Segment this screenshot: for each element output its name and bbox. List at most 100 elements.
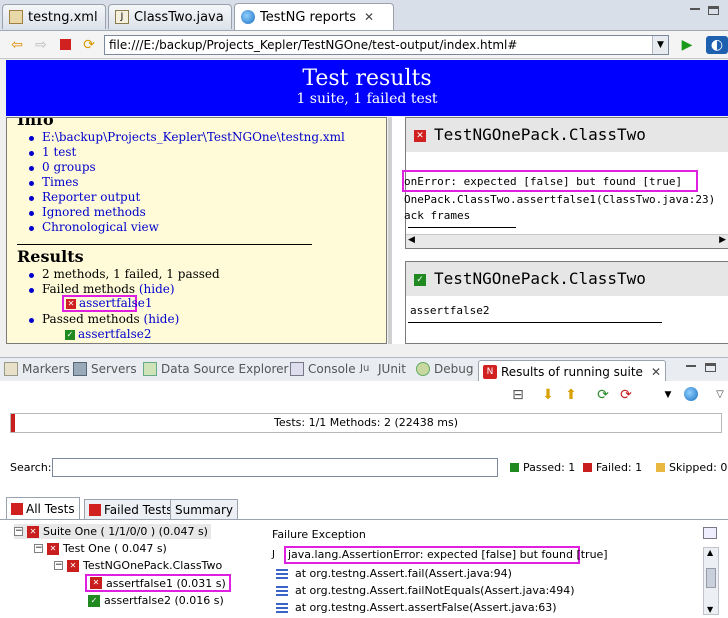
bullet bbox=[29, 181, 34, 186]
tab-classtwo-java[interactable]: J ClassTwo.java bbox=[108, 4, 232, 29]
subtab-label: Failed Tests bbox=[104, 502, 173, 517]
junit-icon: Ju bbox=[360, 363, 370, 374]
view-tab-label: Servers bbox=[91, 362, 137, 376]
failed-methods-label: Failed methods (hide) bbox=[42, 282, 175, 296]
close-view-icon[interactable]: ✕ bbox=[651, 365, 661, 379]
tree-label: assertfalse1 (0.031 s) bbox=[106, 576, 226, 590]
bullet bbox=[29, 151, 34, 156]
minimize-icon[interactable] bbox=[690, 8, 700, 12]
rerun-icon[interactable]: ⟳ bbox=[595, 387, 611, 403]
passed-hide-link[interactable]: (hide) bbox=[144, 312, 180, 326]
tab-label: ClassTwo.java bbox=[134, 9, 224, 25]
compare-results-icon[interactable] bbox=[703, 527, 717, 539]
bullet bbox=[29, 318, 34, 323]
collapse-icon[interactable]: − bbox=[34, 544, 43, 553]
maximize-icon[interactable] bbox=[708, 6, 719, 15]
stop-icon[interactable] bbox=[56, 36, 74, 54]
scroll-up-icon[interactable]: ▲ bbox=[707, 548, 713, 557]
trace-line-exception[interactable]: Jjava.lang.AssertionError: expected [fal… bbox=[272, 548, 608, 561]
tree-suite-row[interactable]: − ✕ Suite One ( 1/1/0/0 ) (0.047 s) bbox=[14, 524, 211, 539]
fail-icon: ✕ bbox=[47, 542, 59, 555]
go-icon[interactable]: ▶ bbox=[678, 36, 696, 54]
previous-failure-icon[interactable]: ⬆ bbox=[563, 387, 579, 403]
tree-method-row-passed[interactable]: ✓ assertfalse2 (0.016 s) bbox=[88, 593, 224, 608]
stack-frames-toggle[interactable]: ack frames bbox=[404, 209, 470, 222]
view-tab-label: Data Source Explorer bbox=[161, 362, 289, 376]
tree-test-row[interactable]: − ✕ Test One ( 0.047 s) bbox=[34, 541, 167, 556]
search-input[interactable] bbox=[52, 458, 498, 477]
tab-junit[interactable]: Ju JUnit bbox=[360, 362, 406, 376]
pass-icon bbox=[510, 463, 519, 472]
subtab-label: Summary bbox=[175, 502, 233, 517]
scroll-left-icon[interactable]: ◀ bbox=[408, 235, 415, 245]
tab-failed-tests[interactable]: Failed Tests bbox=[84, 499, 178, 520]
scroll-thumb[interactable] bbox=[706, 568, 716, 588]
tab-markers[interactable]: Markers bbox=[4, 362, 70, 376]
passed-class-card: ✓ TestNGOnePack.ClassTwo bbox=[405, 261, 728, 344]
tab-debug[interactable]: Debug bbox=[416, 362, 473, 376]
bullet bbox=[29, 288, 34, 293]
frame-splitter[interactable] bbox=[388, 117, 392, 344]
tests-link[interactable]: 1 test bbox=[42, 145, 76, 159]
report-subtitle: 1 suite, 1 failed test bbox=[296, 91, 438, 107]
bullet bbox=[29, 273, 34, 278]
tab-servers[interactable]: Servers bbox=[73, 362, 137, 376]
url-dropdown-icon[interactable]: ▼ bbox=[652, 36, 668, 54]
trace-line[interactable]: at org.testng.Assert.assertFalse(Assert.… bbox=[276, 601, 557, 614]
vertical-scrollbar[interactable]: ▲ ▼ bbox=[703, 547, 719, 615]
scroll-down-icon[interactable]: ▼ bbox=[707, 605, 713, 614]
tree-label: TestNGOnePack.ClassTwo bbox=[83, 559, 223, 572]
maximize-icon[interactable] bbox=[705, 363, 716, 372]
view-menu-icon[interactable]: ▽ bbox=[712, 387, 728, 403]
trace-text: java.lang.AssertionError: expected [fals… bbox=[288, 548, 608, 561]
forward-icon[interactable]: ⇨ bbox=[32, 36, 50, 54]
tree-method-row-failed[interactable]: ✕ assertfalse1 (0.031 s) bbox=[85, 574, 231, 592]
chronological-view-link[interactable]: Chronological view bbox=[42, 220, 159, 234]
tab-summary[interactable]: Summary bbox=[170, 499, 238, 520]
java-icon: J bbox=[272, 549, 275, 560]
url-input[interactable]: file:///E:/backup/Projects_Kepler/TestNG… bbox=[104, 35, 669, 55]
back-icon[interactable]: ⇦ bbox=[8, 36, 26, 54]
tab-testng-xml[interactable]: testng.xml bbox=[2, 4, 106, 29]
groups-link[interactable]: 0 groups bbox=[42, 160, 96, 174]
failed-class-header: ✕ TestNGOnePack.ClassTwo bbox=[406, 118, 728, 152]
collapse-icon[interactable]: − bbox=[14, 527, 23, 536]
tab-testng-reports[interactable]: TestNG reports ✕ bbox=[234, 3, 394, 30]
history-dropdown-icon[interactable]: ▼ bbox=[660, 387, 676, 403]
trace-line[interactable]: at org.testng.Assert.fail(Assert.java:94… bbox=[276, 567, 512, 580]
markers-icon bbox=[4, 362, 18, 376]
horizontal-scrollbar[interactable]: ◀ ▶ bbox=[406, 234, 728, 248]
open-report-icon[interactable] bbox=[684, 387, 698, 401]
failed-hide-link[interactable]: (hide) bbox=[139, 282, 175, 296]
reporter-output-link[interactable]: Reporter output bbox=[42, 190, 140, 204]
next-failure-icon[interactable]: ⬇ bbox=[540, 387, 556, 403]
tab-all-tests[interactable]: All Tests bbox=[6, 497, 80, 520]
bullet bbox=[29, 196, 34, 201]
passed-methods-text: Passed methods bbox=[42, 312, 140, 326]
trace-text: at org.testng.Assert.failNotEquals(Asser… bbox=[295, 584, 575, 597]
close-tab-icon[interactable]: ✕ bbox=[364, 10, 374, 24]
refresh-icon[interactable]: ⟳ bbox=[80, 36, 98, 54]
failed-method-link[interactable]: ✕ assertfalse1 bbox=[62, 295, 152, 312]
rerun-failed-icon[interactable]: ⟳ bbox=[618, 387, 634, 403]
scroll-right-icon[interactable]: ▶ bbox=[719, 235, 726, 245]
divider bbox=[408, 322, 662, 323]
collapse-icon[interactable]: − bbox=[54, 561, 63, 570]
testng-xml-link[interactable]: E:\backup\Projects_Kepler\TestNGOne\test… bbox=[42, 130, 345, 144]
tab-results-of-running-suite[interactable]: N Results of running suite ✕ bbox=[478, 360, 666, 382]
tab-console[interactable]: Console bbox=[290, 362, 356, 376]
trace-line[interactable]: at org.testng.Assert.failNotEquals(Asser… bbox=[276, 584, 575, 597]
ignored-methods-link[interactable]: Ignored methods bbox=[42, 205, 146, 219]
passed-method-entry: assertfalse2 bbox=[410, 304, 490, 317]
fail-icon: ✕ bbox=[27, 525, 39, 538]
passed-method-name: assertfalse2 bbox=[78, 327, 152, 341]
times-link[interactable]: Times bbox=[42, 175, 78, 189]
tab-data-source-explorer[interactable]: Data Source Explorer bbox=[143, 362, 288, 376]
pass-icon: ✓ bbox=[88, 594, 100, 607]
minimize-icon[interactable] bbox=[686, 365, 696, 368]
console-icon bbox=[290, 362, 304, 376]
tree-class-row[interactable]: − ✕ TestNGOnePack.ClassTwo bbox=[54, 558, 222, 573]
collapse-all-icon[interactable]: ⊟ bbox=[510, 387, 526, 403]
passed-method-link[interactable]: ✓ assertfalse2 bbox=[65, 327, 151, 341]
passed-class-name: TestNGOnePack.ClassTwo bbox=[434, 269, 646, 288]
